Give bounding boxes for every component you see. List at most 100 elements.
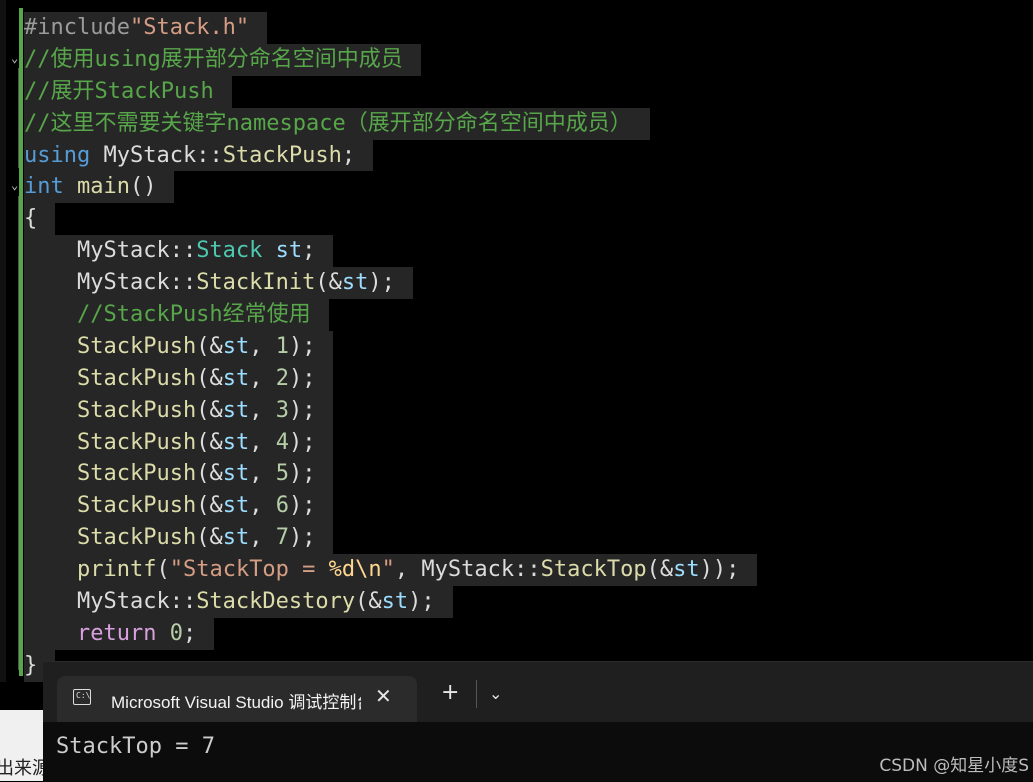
code-token: , (249, 333, 276, 359)
code-token: StackPush (76, 493, 197, 519)
code-token: 2 (275, 365, 289, 391)
code-token: return (76, 620, 157, 646)
line-selection: //StackPush经常使用 (24, 299, 329, 331)
code-line[interactable]: StackPush(&st, 4); (24, 426, 757, 459)
code-line[interactable]: MyStack::StackDestory(&st); (24, 586, 757, 618)
fold-collapse-icon[interactable]: ⌄ (11, 179, 21, 191)
code-token: " (381, 557, 395, 583)
line-selection: { (24, 203, 56, 236)
code-line[interactable]: using MyStack::StackPush; (24, 139, 757, 172)
code-token: StackPush (76, 397, 197, 423)
code-line[interactable]: int main() (24, 171, 757, 204)
code-token: //使用using展开部分命名空间中成员 (24, 46, 403, 72)
code-token: (& (315, 270, 342, 296)
console-tab-bar: C:\ Microsoft Visual Studio 调试控制台 ✕ + ⌄ (43, 662, 1033, 722)
line-selection: //展开StackPush (24, 75, 232, 108)
line-selection: StackPush(&st, 7); (24, 522, 334, 555)
code-token: 5 (275, 461, 289, 487)
new-tab-button[interactable]: + (441, 682, 459, 704)
code-token: MyStack:: (24, 589, 197, 615)
change-indicator-bar (19, 8, 23, 676)
code-token: MyStack:: (90, 142, 223, 168)
code-line[interactable]: StackPush(&st, 6); (24, 490, 757, 523)
code-token: , (249, 429, 276, 455)
fold-line (18, 196, 19, 670)
code-token: (& (196, 429, 223, 455)
fold-collapse-icon[interactable]: ⌄ (11, 52, 21, 64)
line-selection: StackPush(&st, 3); (24, 394, 334, 427)
code-token: () (129, 174, 157, 200)
code-token: %d\n (328, 557, 382, 583)
code-token: 6 (275, 493, 289, 519)
code-line[interactable]: #include"Stack.h" (24, 12, 757, 44)
code-line[interactable]: StackPush(&st, 2); (24, 362, 757, 395)
background-window-strip: 出来源 (0, 710, 43, 781)
code-token: st (222, 429, 250, 455)
code-token: StackPush (76, 429, 197, 455)
line-selection: MyStack::StackInit(&st); (24, 267, 413, 300)
code-token: StackPush (76, 333, 197, 359)
close-icon[interactable]: ✕ (375, 684, 392, 708)
code-token: main (77, 174, 130, 200)
code-token: st (222, 525, 250, 551)
code-token: , (249, 525, 276, 551)
code-token: "StackTop = (169, 557, 329, 583)
code-token: ); (288, 493, 316, 519)
line-selection: using MyStack::StackPush; (24, 139, 374, 172)
line-selection: StackPush(&st, 1); (24, 330, 334, 363)
code-token: (& (196, 333, 223, 359)
code-token: 1 (275, 333, 289, 359)
code-token: , (249, 397, 276, 423)
code-token: StackPush (76, 525, 197, 551)
code-line[interactable]: StackPush(&st, 1); (24, 330, 757, 363)
code-line[interactable]: //这里不需要关键字namespace（展开部分命名空间中成员） (24, 107, 757, 140)
line-selection: return 0; (24, 617, 215, 650)
code-token: , (249, 461, 276, 487)
console-output: StackTop = 7 (56, 734, 215, 759)
line-selection: int main() (24, 171, 175, 204)
code-line[interactable]: MyStack::Stack st; (24, 235, 757, 268)
code-editor[interactable]: #include"Stack.h"//使用using展开部分命名空间中成员 //展… (24, 12, 758, 682)
line-selection: MyStack::StackDestory(&st); (24, 586, 453, 618)
code-token: ); (368, 270, 395, 296)
code-token: (& (196, 397, 223, 423)
code-token: using (24, 142, 91, 168)
code-line[interactable]: StackPush(&st, 3); (24, 394, 757, 427)
code-token: MyStack:: (24, 270, 197, 296)
line-selection: StackPush(&st, 5); (24, 458, 334, 491)
code-token: ); (288, 333, 316, 359)
watermark: CSDN @知星小度S (879, 756, 1029, 776)
console-tab[interactable]: C:\ Microsoft Visual Studio 调试控制台 ✕ (57, 676, 417, 722)
code-token: ; (302, 238, 316, 264)
code-token: ); (288, 397, 316, 423)
code-token: int (24, 174, 64, 200)
code-line[interactable]: { (24, 203, 757, 236)
code-line[interactable]: //StackPush经常使用 (24, 299, 757, 331)
code-line[interactable]: StackPush(&st, 7); (24, 522, 757, 555)
code-token: (& (196, 525, 223, 551)
code-line[interactable]: //使用using展开部分命名空间中成员 (24, 43, 757, 76)
fold-line (18, 68, 19, 168)
code-token: st (222, 333, 250, 359)
code-token: printf (76, 557, 157, 583)
code-token: StackInit (196, 270, 316, 296)
code-token: st (222, 397, 250, 423)
code-line[interactable]: printf("StackTop = %d\n", MyStack::Stack… (24, 554, 758, 587)
chevron-down-icon[interactable]: ⌄ (489, 684, 502, 703)
code-token: st (275, 238, 303, 264)
code-line[interactable]: return 0; (24, 617, 757, 650)
line-selection: StackPush(&st, 2); (24, 362, 334, 395)
editor-gutter (0, 0, 6, 682)
code-line[interactable]: StackPush(&st, 5); (24, 458, 757, 491)
line-selection: #include"Stack.h" (24, 12, 268, 44)
code-line[interactable]: //展开StackPush (24, 75, 757, 108)
code-token: MyStack:: (24, 238, 197, 264)
code-line[interactable]: MyStack::StackInit(&st); (24, 267, 757, 300)
